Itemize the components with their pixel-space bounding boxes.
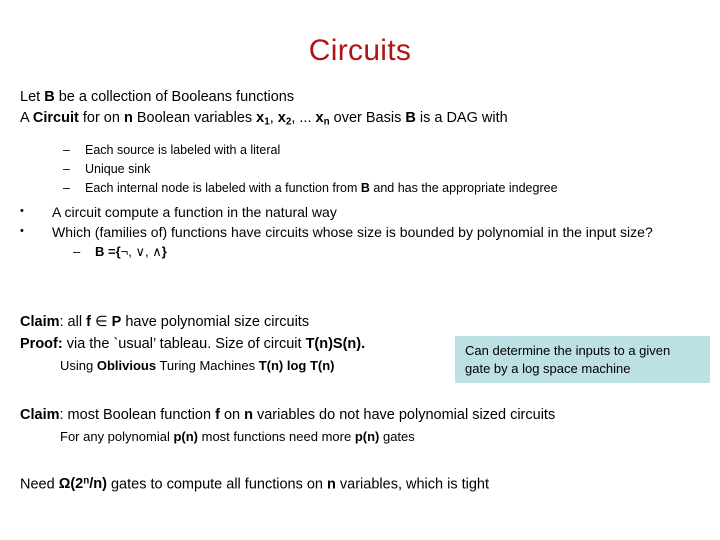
claim-2-text-a: : most Boolean function (59, 407, 216, 423)
claim-2-label: Claim (20, 407, 60, 423)
variable-xn: xn (315, 110, 330, 127)
claim-2-sub-pn-2: p(n) (354, 429, 380, 444)
intro-line-2-d: over Basis (329, 110, 406, 126)
need-pre: Need (20, 476, 59, 493)
intro-line-1-pre: Let (20, 89, 45, 105)
var-ellipsis: , ... (291, 110, 316, 126)
claim-2-text-b: on (219, 407, 245, 423)
dash-marker: – (63, 143, 70, 158)
intro-block: Let B be a collection of Booleans functi… (20, 87, 710, 262)
intro-line-1-post: be a collection of Booleans functions (54, 89, 295, 105)
basis-definition-item: – B ={¬, ∨, ∧} (20, 242, 710, 262)
dash-marker: – (63, 181, 70, 196)
variable-x1: x1 (256, 110, 270, 127)
and-operator-icon: ∧ (152, 244, 162, 260)
intro-line-2: A Circuit for on n Boolean variables x1,… (20, 108, 710, 132)
proof-math-size: T(n)S(n). (305, 336, 366, 352)
list-item: – Unique sink (20, 160, 710, 179)
intro-line-2-b: for on (78, 110, 124, 126)
claim-proof-block: Claim: all f ∈ P have polynomial size ci… (20, 311, 460, 377)
basis-symbol-b: B (95, 244, 105, 260)
claim-1-member-icon: ∈ (90, 314, 112, 330)
callout-line-2: gate by a log space machine (465, 361, 631, 376)
list-item-label-post: and has the appropriate indegree (369, 181, 558, 196)
claim-2-symbol-n: n (244, 407, 253, 423)
intro-line-2-c: Boolean variables (132, 110, 257, 126)
claim-1-symbol-p: P (111, 314, 122, 330)
bullet-marker: • (20, 205, 24, 218)
list-item: • A circuit compute a function in the na… (20, 202, 710, 222)
basis-equals: ={ (104, 244, 121, 260)
claim-2-sub-c: gates (379, 429, 415, 444)
claim-2-sub-pn-1: p(n) (173, 429, 198, 444)
claim-1-label: Claim (20, 314, 60, 330)
need-block: Need Ω(2n/n) gates to compute all functi… (20, 471, 710, 495)
claim-1-colon: : all (59, 314, 87, 330)
list-item-label: Each source is labeled with a literal (85, 143, 281, 158)
dash-marker: – (73, 244, 81, 260)
variable-x2: x2 (277, 110, 292, 127)
intro-line-1: Let B be a collection of Booleans functi… (20, 87, 710, 108)
need-omega-base: Ω(2 (58, 476, 84, 493)
list-item-label: Which (families of) functions have circu… (52, 224, 653, 241)
need-line: Need Ω(2n/n) gates to compute all functi… (20, 471, 710, 495)
proof-subline: Using Oblivious Turing Machines T(n) log… (20, 355, 460, 377)
list-item: – Each internal node is labeled with a f… (20, 179, 710, 198)
list-item-label: A circuit compute a function in the natu… (52, 204, 337, 221)
page-title: Circuits (308, 34, 412, 67)
variable-x2-base: x (277, 110, 286, 126)
var-sep-1: , (269, 110, 278, 126)
proof-subline-pre: Using (60, 358, 97, 373)
proof-subline-math: T(n) log T(n) (258, 358, 335, 373)
intro-line-2-bold-circuit: Circuit (32, 110, 79, 126)
list-item-bold-b: B (360, 181, 370, 196)
callout-box: Can determine the inputs to a given gate… (455, 336, 710, 383)
need-symbol-n: n (327, 476, 336, 493)
variable-xn-base: x (315, 110, 324, 126)
callout-line-1: Can determine the inputs to a given (465, 343, 671, 358)
need-omega-expression: Ω(2n/n) (59, 476, 107, 492)
proof-line: Proof: via the `usual’ tableau. Size of … (20, 333, 460, 355)
basis-close-brace: } (161, 244, 167, 260)
claim-2-sub-b: most functions need more (198, 429, 355, 444)
claim-2-subline: For any polynomial p(n) most functions n… (20, 426, 710, 448)
dash-marker: – (63, 162, 70, 177)
list-item-label-pre: Each internal node is labeled with a fun… (85, 181, 361, 196)
bullet-marker: • (20, 225, 24, 238)
proof-subline-bold-oblivious: Oblivious (96, 358, 157, 373)
claim-2-sub-a: For any polynomial (60, 429, 174, 444)
intro-line-1-bold-b: B (44, 89, 55, 105)
proof-subline-mid: Turing Machines (156, 358, 259, 373)
intro-line-2-a: A (20, 110, 33, 126)
intro-line-2-bold-basis-b: B (405, 110, 416, 126)
need-post: variables, which is tight (335, 476, 490, 493)
claim-1-line: Claim: all f ∈ P have polynomial size ci… (20, 311, 460, 333)
slide-canvas: Circuits Let B be a collection of Boolea… (0, 0, 720, 540)
or-operator-icon: ∨ (135, 244, 145, 260)
proof-text: via the `usual’ tableau. Size of circuit (62, 336, 306, 352)
need-omega-tail: /n) (89, 476, 107, 493)
intro-line-2-bold-n: n (123, 110, 133, 126)
list-item: • Which (families of) functions have cir… (20, 222, 712, 242)
list-item-label: Unique sink (85, 162, 151, 177)
claim-2-block: Claim: most Boolean function f on n vari… (20, 404, 710, 448)
claim-2-text-c: variables do not have polynomial sized c… (252, 407, 556, 423)
intro-line-2-e: is a DAG with (415, 110, 508, 126)
claim-2-line: Claim: most Boolean function f on n vari… (20, 404, 710, 426)
claim-1-rest: have polynomial size circuits (121, 314, 310, 330)
need-mid: gates to compute all functions on (106, 476, 328, 493)
proof-label: Proof: (20, 336, 63, 352)
list-item: – Each source is labeled with a literal (20, 141, 710, 160)
